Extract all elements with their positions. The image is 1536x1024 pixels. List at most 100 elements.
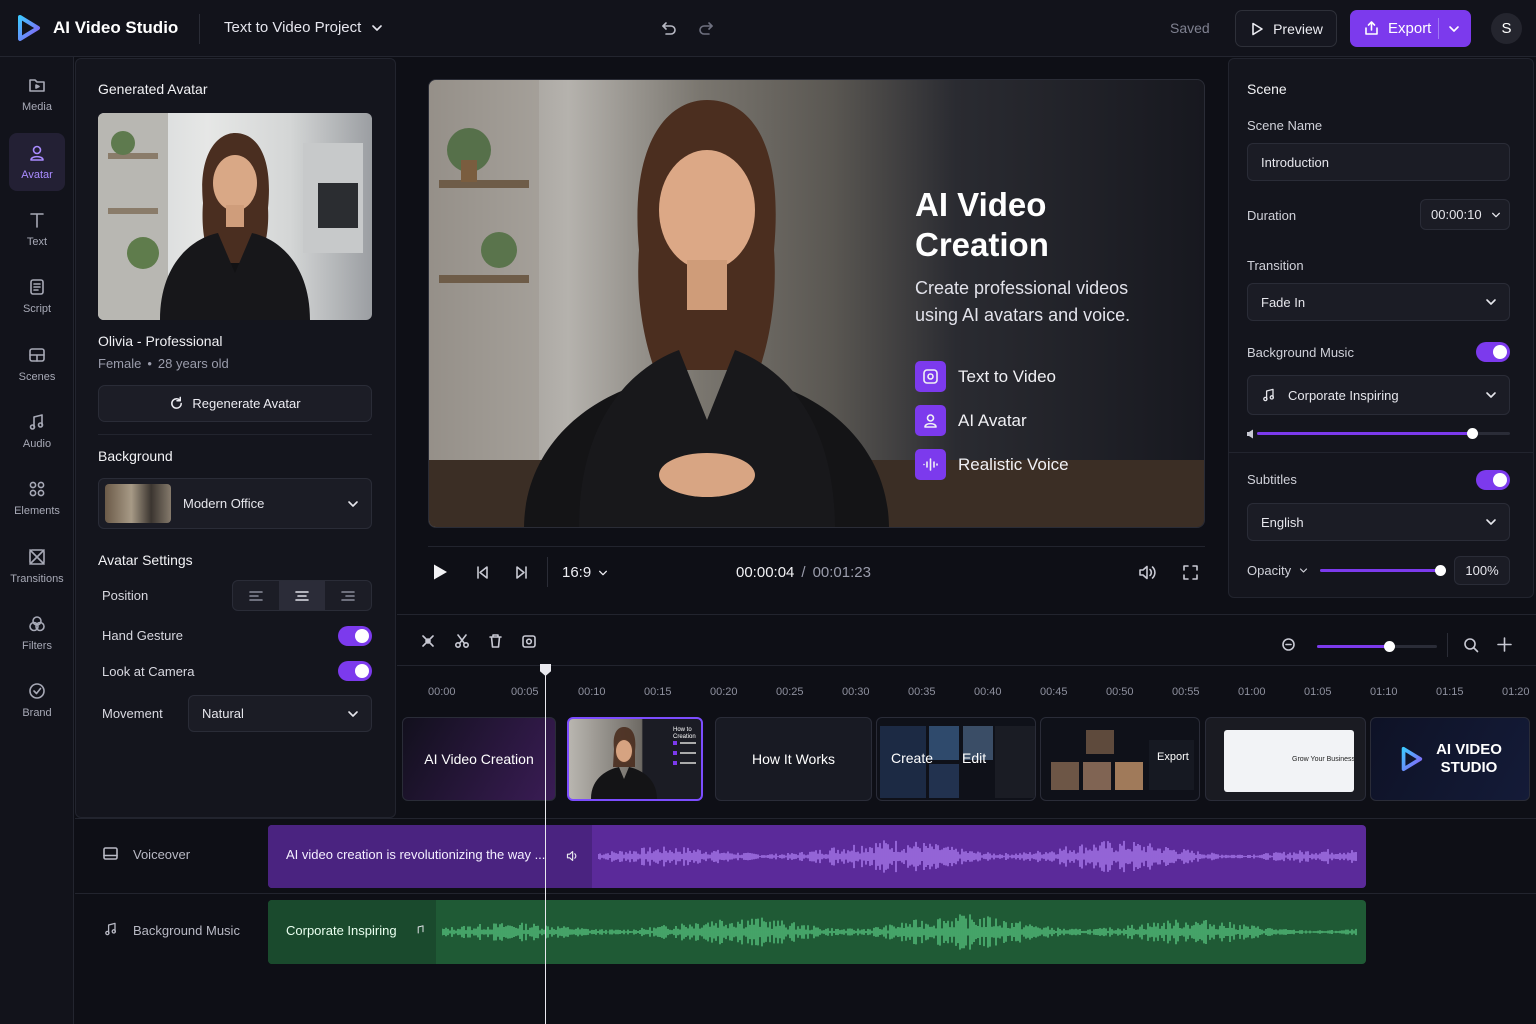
elements-icon [29, 481, 45, 497]
divider [397, 665, 1536, 666]
scenes-icon [29, 348, 45, 362]
music-waveform [442, 914, 1357, 950]
opacity-label-group: Opacity [1247, 563, 1308, 578]
playhead-handle[interactable] [540, 664, 551, 676]
chevron-down-icon [372, 24, 383, 31]
timeline-clip[interactable]: Grow Your Business [1205, 717, 1366, 801]
avatar-icon [30, 145, 44, 161]
slider-knob[interactable] [1435, 565, 1446, 576]
magic-cut-icon[interactable] [420, 633, 436, 649]
ruler-tick: 00:30 [842, 686, 870, 698]
zoom-in-icon[interactable] [1463, 637, 1479, 653]
ruler-tick: 00:40 [974, 686, 1002, 698]
playhead[interactable] [545, 666, 546, 1024]
sidebar-item-transitions[interactable]: Transitions [9, 537, 65, 595]
camera-icon [915, 361, 946, 392]
aspect-ratio-select[interactable]: 16:9 [562, 564, 608, 581]
regenerate-avatar-button[interactable]: Regenerate Avatar [98, 385, 372, 422]
subtitles-toggle[interactable] [1476, 470, 1510, 490]
timeline-clip[interactable]: How It Works [715, 717, 872, 801]
transition-select[interactable]: Fade In [1247, 283, 1510, 321]
voiceover-clip[interactable]: AI video creation is revolutionizing the… [268, 825, 1366, 888]
script-icon [30, 279, 44, 295]
user-avatar[interactable]: S [1491, 13, 1522, 44]
background-select[interactable]: Modern Office [98, 478, 372, 529]
sidebar-item-elements[interactable]: Elements [9, 469, 65, 527]
chevron-down-icon[interactable] [1299, 566, 1308, 575]
look-at-camera-toggle[interactable] [338, 661, 372, 681]
fullscreen-icon[interactable] [1182, 564, 1199, 581]
zoom-out-icon[interactable] [1281, 637, 1296, 652]
opacity-input[interactable]: 100% [1454, 556, 1510, 585]
background-music-toggle[interactable] [1476, 342, 1510, 362]
project-selector[interactable]: Text to Video Project [224, 19, 383, 36]
opacity-slider[interactable] [1320, 565, 1446, 576]
sidebar-item-avatar[interactable]: Avatar [9, 133, 65, 191]
app-logo-icon [1401, 746, 1423, 772]
undo-icon[interactable] [658, 18, 678, 38]
ruler-tick: 00:45 [1040, 686, 1068, 698]
sidebar-item-text[interactable]: Text [9, 200, 65, 258]
volume-icon[interactable] [1138, 563, 1157, 582]
sidebar-item-filters[interactable]: Filters [9, 604, 65, 662]
timeline-clip-selected[interactable]: How to Creation [567, 717, 703, 801]
position-segmented-control [232, 580, 372, 611]
sidebar-item-brand[interactable]: Brand [9, 671, 65, 729]
look-at-camera-label: Look at Camera [102, 664, 195, 679]
trash-icon[interactable] [488, 633, 503, 649]
duration-select[interactable]: 00:00:10 [1420, 199, 1510, 230]
hand-gesture-toggle[interactable] [338, 626, 372, 646]
redo-icon[interactable] [697, 18, 717, 38]
chevron-down-icon [599, 570, 608, 575]
user-icon [915, 405, 946, 436]
divider [428, 546, 1205, 547]
avatar-settings-title: Avatar Settings [98, 552, 193, 568]
movement-select[interactable]: Natural [188, 695, 372, 732]
align-left-option[interactable] [233, 581, 279, 610]
video-preview[interactable]: AI Video Creation Create professional vi… [428, 79, 1205, 528]
sidebar-item-scenes[interactable]: Scenes [9, 335, 65, 393]
export-icon [1365, 21, 1378, 35]
timeline-clip[interactable]: Export [1040, 717, 1200, 801]
slider-knob[interactable] [1384, 641, 1395, 652]
caption-icon [102, 845, 119, 862]
background-thumbnail [105, 484, 171, 523]
timeline-clip[interactable]: AI Video Creation [402, 717, 556, 801]
chevron-down-icon [1486, 299, 1496, 305]
align-left-icon [249, 590, 263, 601]
add-track-icon[interactable] [1497, 637, 1512, 652]
align-center-option[interactable] [279, 581, 325, 610]
sidebar-item-script[interactable]: Script [9, 267, 65, 325]
avatar-thumbnail[interactable] [98, 113, 372, 320]
export-button[interactable]: Export [1350, 10, 1471, 47]
scissors-icon[interactable] [454, 633, 470, 649]
top-bar: AI Video Studio Text to Video Project Sa… [0, 0, 1536, 57]
sidebar-item-audio[interactable]: Audio [9, 402, 65, 460]
skip-back-icon[interactable] [475, 565, 490, 580]
music-select[interactable]: Corporate Inspiring [1247, 375, 1510, 415]
chevron-down-icon [348, 500, 358, 507]
skip-forward-icon[interactable] [514, 565, 529, 580]
music-clip[interactable]: Corporate Inspiring [268, 900, 1366, 964]
subtitles-language-select[interactable]: English [1247, 503, 1510, 541]
snapshot-icon[interactable] [521, 633, 537, 649]
sidebar-item-media[interactable]: Media [9, 65, 65, 123]
subtitles-label: Subtitles [1247, 472, 1297, 487]
feature-ai-avatar: AI Avatar [915, 405, 1027, 436]
play-icon[interactable] [431, 563, 449, 581]
timeline-zoom-slider[interactable] [1317, 641, 1437, 652]
divider [1447, 633, 1448, 657]
avatar-panel-title: Generated Avatar [98, 81, 208, 97]
clip-thumbnail-image: How to Creation [591, 727, 696, 799]
chevron-down-icon[interactable] [1448, 23, 1460, 35]
scene-name-input[interactable]: Introduction [1247, 143, 1510, 181]
ruler-tick: 01:20 [1502, 686, 1530, 698]
timeline-clip[interactable]: Create Edit [876, 717, 1036, 801]
ruler-tick: 01:05 [1304, 686, 1332, 698]
slider-knob[interactable] [1467, 428, 1479, 439]
align-right-option[interactable] [325, 581, 371, 610]
divider [1228, 452, 1534, 453]
preview-button[interactable]: Preview [1235, 10, 1337, 47]
timeline-clip[interactable]: AI VIDEO STUDIO [1370, 717, 1530, 801]
music-volume-slider[interactable] [1257, 428, 1510, 439]
